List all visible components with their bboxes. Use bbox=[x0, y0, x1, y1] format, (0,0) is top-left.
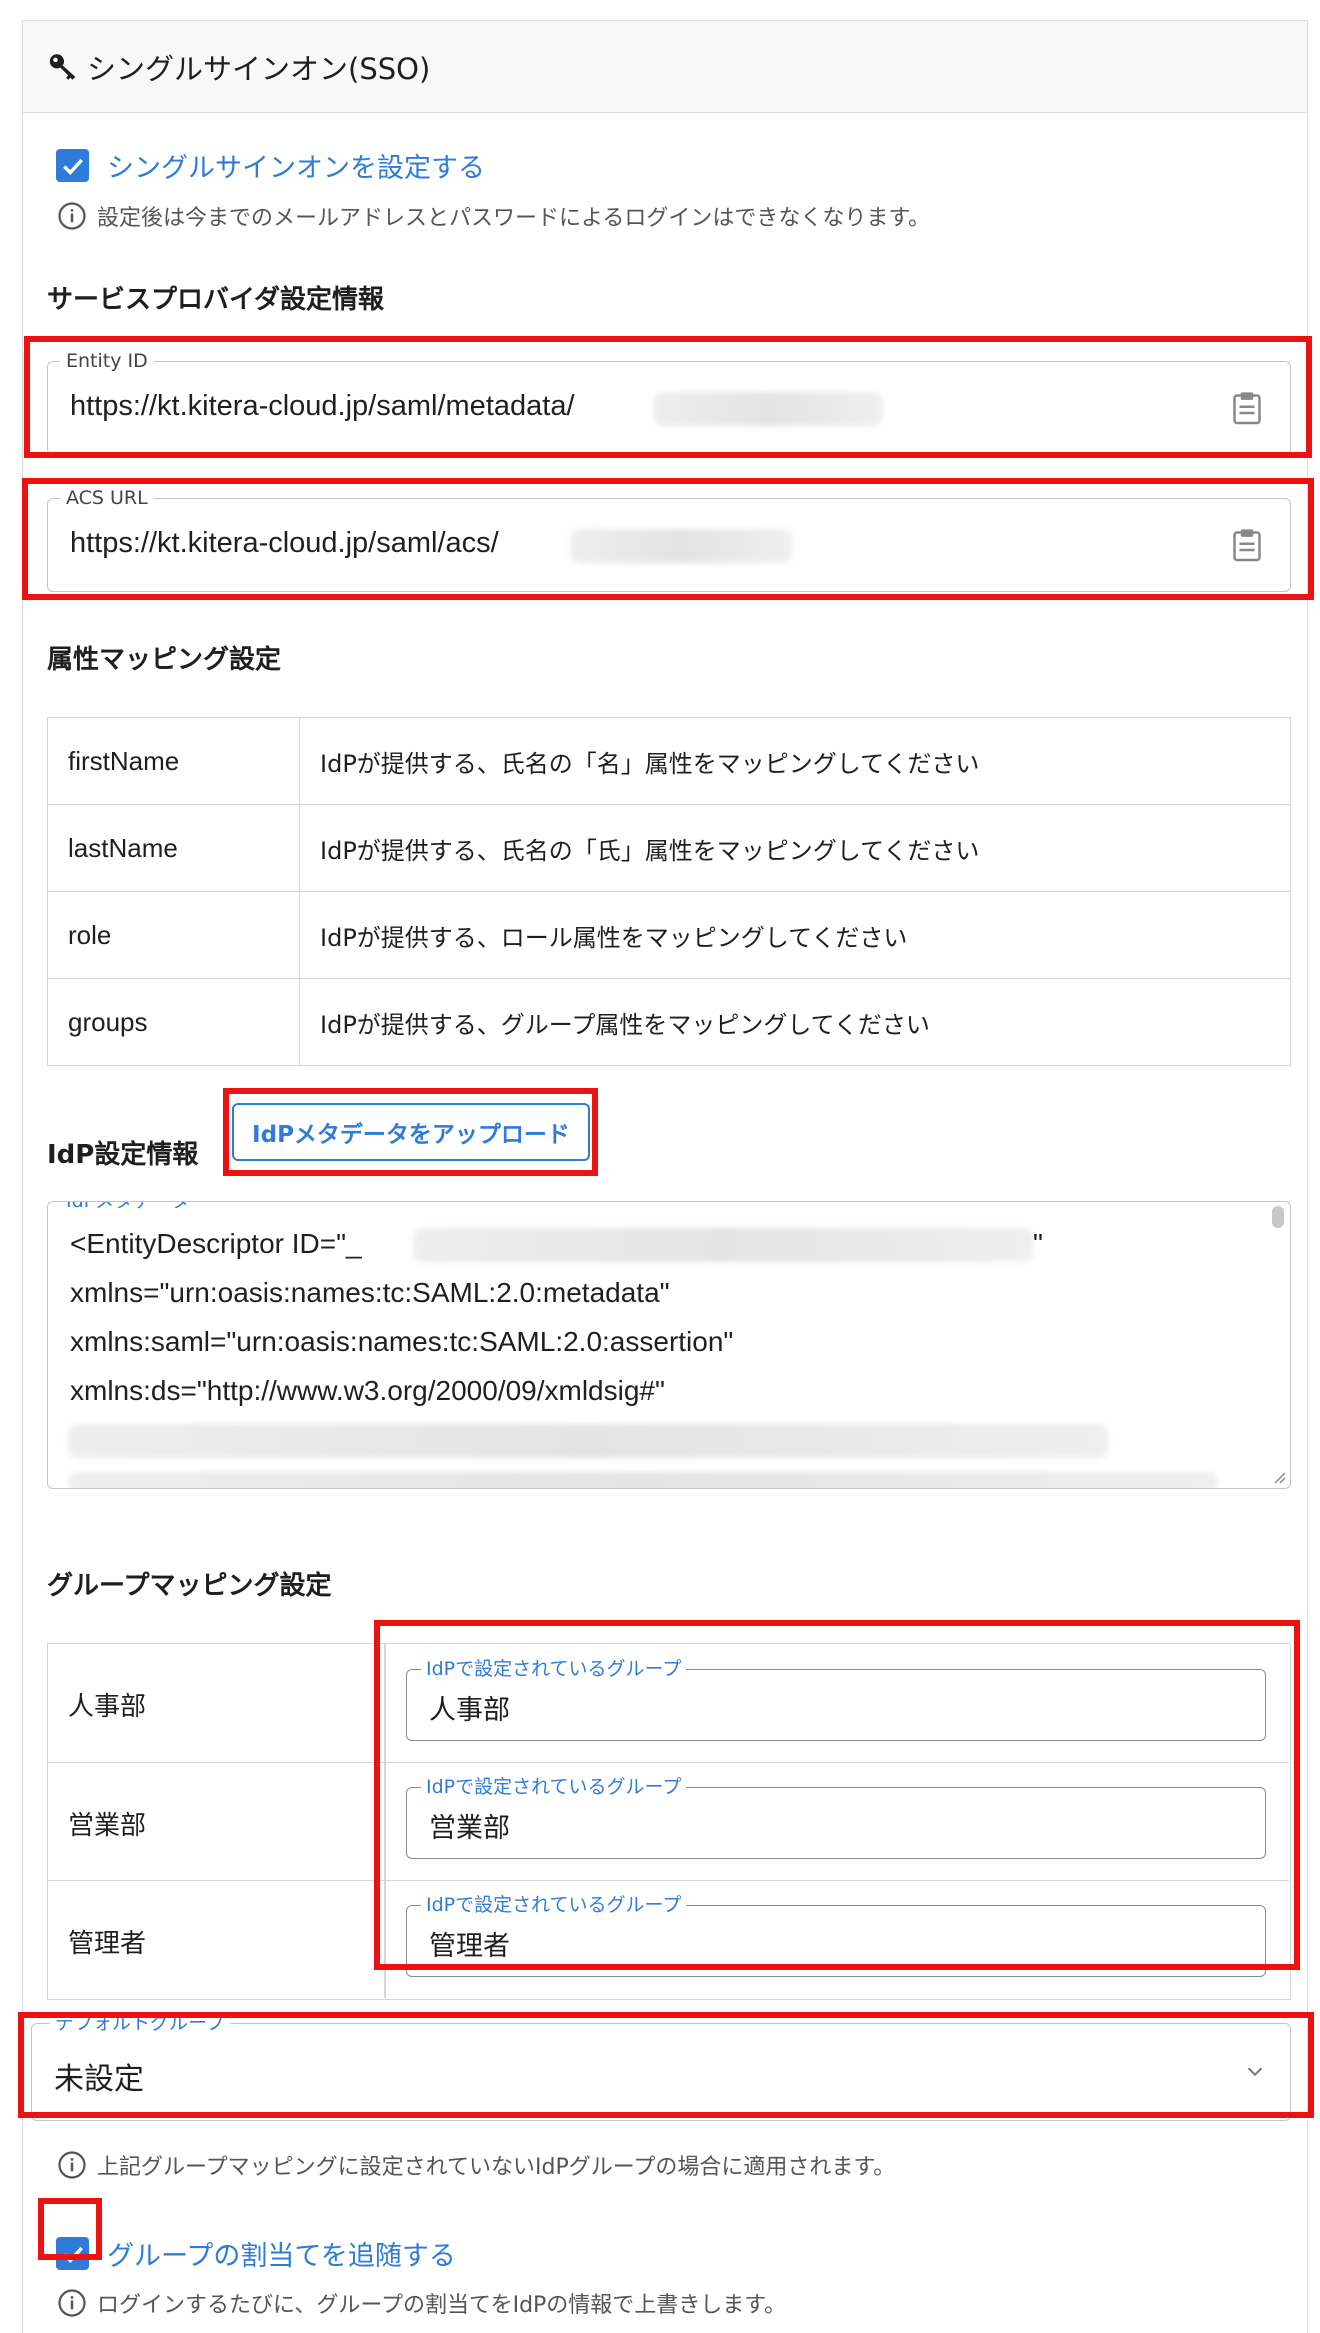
sso-settings-card: シングルサインオン(SSO) シングルサインオンを設定する 設定後は今までのメー… bbox=[22, 20, 1308, 2333]
table-row: lastName IdPが提供する、氏名の「氏」属性をマッピングしてください bbox=[47, 804, 1291, 892]
sso-enable-label[interactable]: シングルサインオンを設定する bbox=[107, 146, 485, 185]
group-mapping-table: 人事部 IdPで設定されているグループ 人事部 営業部 IdPで設定されているグ… bbox=[47, 1643, 1291, 2000]
follow-group-label[interactable]: グループの割当てを追随する bbox=[107, 2234, 456, 2273]
attr-desc: IdPが提供する、ロール属性をマッピングしてください bbox=[299, 891, 1291, 979]
default-group-note-text: 上記グループマッピングに設定されていないIdPグループの場合に適用されます。 bbox=[97, 2155, 896, 2180]
entity-id-field[interactable]: Entity ID https://kt.kitera-cloud.jp/sam… bbox=[47, 349, 1291, 455]
group-name: 営業部 bbox=[68, 1811, 147, 1841]
default-group-label: デフォルトグループ bbox=[50, 2011, 230, 2035]
info-icon bbox=[58, 2151, 86, 2179]
attr-key: lastName bbox=[47, 804, 300, 892]
attr-desc: IdPが提供する、氏名の「名」属性をマッピングしてください bbox=[299, 717, 1291, 805]
group-input-value: 営業部 bbox=[429, 1813, 510, 1844]
clipboard-icon[interactable] bbox=[1232, 390, 1262, 426]
metadata-line-quote: " bbox=[1033, 1228, 1043, 1259]
chevron-down-icon bbox=[1247, 2067, 1263, 2077]
redacted-text bbox=[68, 1472, 1218, 1488]
idp-metadata-textarea[interactable]: IdPメタデータ <EntityDescriptor ID="_ " xmlns… bbox=[47, 1201, 1291, 1489]
entity-id-label: Entity ID bbox=[60, 349, 154, 373]
metadata-line: xmlns="urn:oasis:names:tc:SAML:2.0:metad… bbox=[70, 1277, 670, 1308]
info-icon bbox=[58, 2289, 86, 2317]
group-input[interactable]: IdPで設定されているグループ 営業部 bbox=[406, 1775, 1266, 1859]
table-row: role IdPが提供する、ロール属性をマッピングしてください bbox=[47, 891, 1291, 979]
acs-url-label: ACS URL bbox=[60, 486, 154, 510]
redacted-text bbox=[653, 392, 883, 426]
group-input-value: 人事部 bbox=[429, 1695, 510, 1726]
metadata-line: xmlns:ds="http://www.w3.org/2000/09/xmld… bbox=[70, 1375, 665, 1406]
acs-url-value: https://kt.kitera-cloud.jp/saml/acs/ bbox=[70, 527, 499, 559]
attribute-mapping-title: 属性マッピング設定 bbox=[47, 645, 282, 675]
acs-url-field[interactable]: ACS URL https://kt.kitera-cloud.jp/saml/… bbox=[47, 486, 1291, 592]
checkmark-icon bbox=[62, 2246, 83, 2263]
scrollbar-thumb[interactable] bbox=[1272, 1206, 1284, 1228]
default-group-note: 上記グループマッピングに設定されていないIdPグループの場合に適用されます。 bbox=[57, 2149, 895, 2181]
table-row: 営業部 IdPで設定されているグループ 営業部 bbox=[48, 1762, 1289, 1880]
attr-desc: IdPが提供する、氏名の「氏」属性をマッピングしてください bbox=[299, 804, 1291, 892]
redacted-text bbox=[68, 1424, 1108, 1458]
card-header: シングルサインオン(SSO) bbox=[23, 21, 1307, 113]
attr-key: role bbox=[47, 891, 300, 979]
default-group-value: 未設定 bbox=[54, 2062, 144, 2097]
sso-note-text: 設定後は今までのメールアドレスとパスワードによるログインはできなくなります。 bbox=[97, 206, 931, 231]
sso-note: 設定後は今までのメールアドレスとパスワードによるログインはできなくなります。 bbox=[57, 200, 930, 232]
metadata-line: <EntityDescriptor ID="_ bbox=[70, 1228, 362, 1259]
idp-settings-title: IdP設定情報 bbox=[47, 1140, 199, 1170]
attr-key: firstName bbox=[47, 717, 300, 805]
default-group-select[interactable]: デフォルトグループ 未設定 bbox=[31, 2011, 1291, 2121]
group-input[interactable]: IdPで設定されているグループ 人事部 bbox=[406, 1657, 1266, 1741]
table-row: firstName IdPが提供する、氏名の「名」属性をマッピングしてください bbox=[47, 717, 1291, 805]
table-row: groups IdPが提供する、グループ属性をマッピングしてください bbox=[47, 978, 1291, 1066]
attribute-mapping-table: firstName IdPが提供する、氏名の「名」属性をマッピングしてください … bbox=[47, 717, 1291, 1066]
column-divider bbox=[384, 1644, 386, 1998]
group-input-value: 管理者 bbox=[429, 1931, 510, 1962]
group-input-label: IdPで設定されているグループ bbox=[421, 1893, 687, 1917]
group-input-label: IdPで設定されているグループ bbox=[421, 1657, 687, 1681]
group-mapping-title: グループマッピング設定 bbox=[47, 1571, 332, 1601]
idp-metadata-label: IdPメタデータ bbox=[60, 1202, 197, 1213]
follow-group-checkbox-row[interactable]: グループの割当てを追随する bbox=[56, 2234, 456, 2273]
key-icon bbox=[49, 53, 76, 80]
upload-idp-metadata-button[interactable]: IdPメタデータをアップロード bbox=[232, 1103, 590, 1161]
redacted-text bbox=[413, 1228, 1033, 1262]
info-icon bbox=[58, 202, 86, 230]
follow-group-note: ログインするたびに、グループの割当てをIdPの情報で上書きします。 bbox=[57, 2287, 786, 2319]
metadata-line: xmlns:saml="urn:oasis:names:tc:SAML:2.0:… bbox=[70, 1326, 734, 1357]
redacted-text bbox=[570, 529, 792, 563]
table-row: 人事部 IdPで設定されているグループ 人事部 bbox=[48, 1644, 1289, 1762]
card-title: シングルサインオン(SSO) bbox=[87, 51, 431, 86]
checkmark-icon bbox=[62, 158, 83, 175]
service-provider-title: サービスプロバイダ設定情報 bbox=[47, 285, 384, 315]
group-name: 管理者 bbox=[68, 1929, 147, 1959]
sso-enable-checkbox[interactable] bbox=[56, 149, 89, 182]
entity-id-value: https://kt.kitera-cloud.jp/saml/metadata… bbox=[70, 390, 575, 422]
group-name: 人事部 bbox=[68, 1692, 147, 1722]
table-row: 管理者 IdPで設定されているグループ 管理者 bbox=[48, 1880, 1289, 1998]
attr-desc: IdPが提供する、グループ属性をマッピングしてください bbox=[299, 978, 1291, 1066]
clipboard-icon[interactable] bbox=[1232, 527, 1262, 563]
group-input[interactable]: IdPで設定されているグループ 管理者 bbox=[406, 1893, 1266, 1977]
sso-enable-checkbox-row[interactable]: シングルサインオンを設定する bbox=[56, 146, 485, 185]
follow-group-note-text: ログインするたびに、グループの割当てをIdPの情報で上書きします。 bbox=[97, 2293, 787, 2318]
group-input-label: IdPで設定されているグループ bbox=[421, 1775, 687, 1799]
follow-group-checkbox[interactable] bbox=[56, 2237, 89, 2270]
attr-key: groups bbox=[47, 978, 300, 1066]
resize-handle-icon[interactable] bbox=[1270, 1468, 1286, 1484]
